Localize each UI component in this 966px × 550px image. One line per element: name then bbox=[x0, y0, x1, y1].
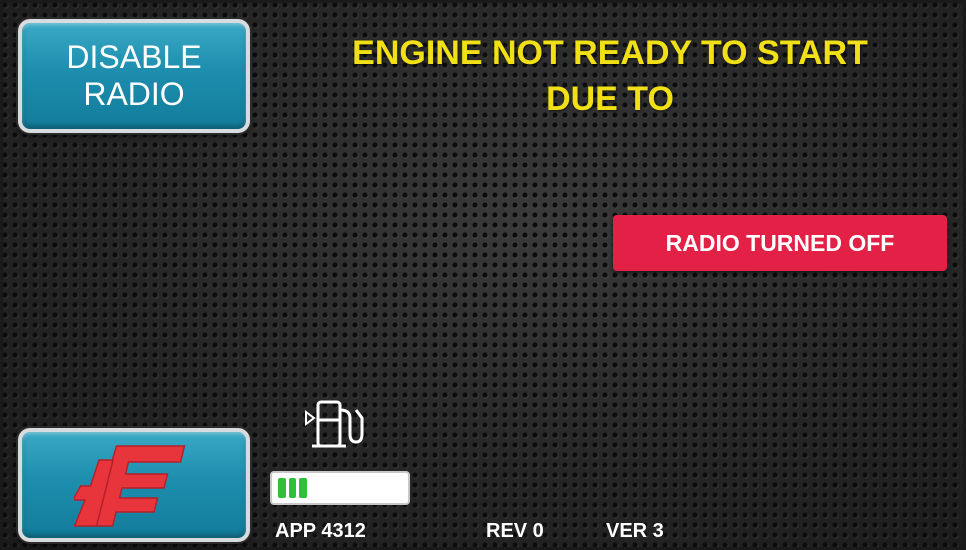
fuel-level-cell bbox=[384, 478, 392, 498]
fuel-pump-icon bbox=[305, 400, 364, 448]
fuel-level-cell bbox=[288, 478, 297, 498]
fuel-level-cell bbox=[299, 478, 307, 498]
fuel-level-cell bbox=[394, 478, 402, 498]
disable-radio-label-line1: DISABLE bbox=[66, 39, 202, 75]
revision-label: REV 0 bbox=[486, 520, 544, 542]
status-title-line1: ENGINE NOT READY TO START bbox=[352, 34, 868, 72]
fuel-level-cell bbox=[341, 478, 349, 498]
fuel-level-cell bbox=[352, 478, 360, 498]
fuel-level-cell bbox=[363, 478, 371, 498]
alert-text: RADIO TURNED OFF bbox=[665, 229, 895, 256]
disable-radio-label-line2: RADIO bbox=[83, 76, 185, 112]
status-title-line2: DUE TO bbox=[546, 80, 674, 118]
status-title: ENGINE NOT READY TO START DUE TO bbox=[290, 30, 930, 122]
fuel-level-gauge bbox=[270, 471, 410, 505]
fuel-level-cell bbox=[320, 478, 328, 498]
fuel-level-cell bbox=[331, 478, 339, 498]
home-logo-button[interactable] bbox=[18, 428, 250, 542]
brand-logo-icon bbox=[74, 445, 186, 527]
radio-off-alert: RADIO TURNED OFF bbox=[613, 215, 947, 271]
fuel-level-cell bbox=[278, 478, 286, 498]
fuel-level-cell bbox=[373, 478, 381, 498]
disable-radio-button[interactable]: DISABLE RADIO bbox=[18, 19, 250, 133]
version-label: VER 3 bbox=[606, 520, 664, 542]
app-version-label: APP 4312 bbox=[275, 520, 366, 542]
fuel-level-cell bbox=[310, 478, 318, 498]
